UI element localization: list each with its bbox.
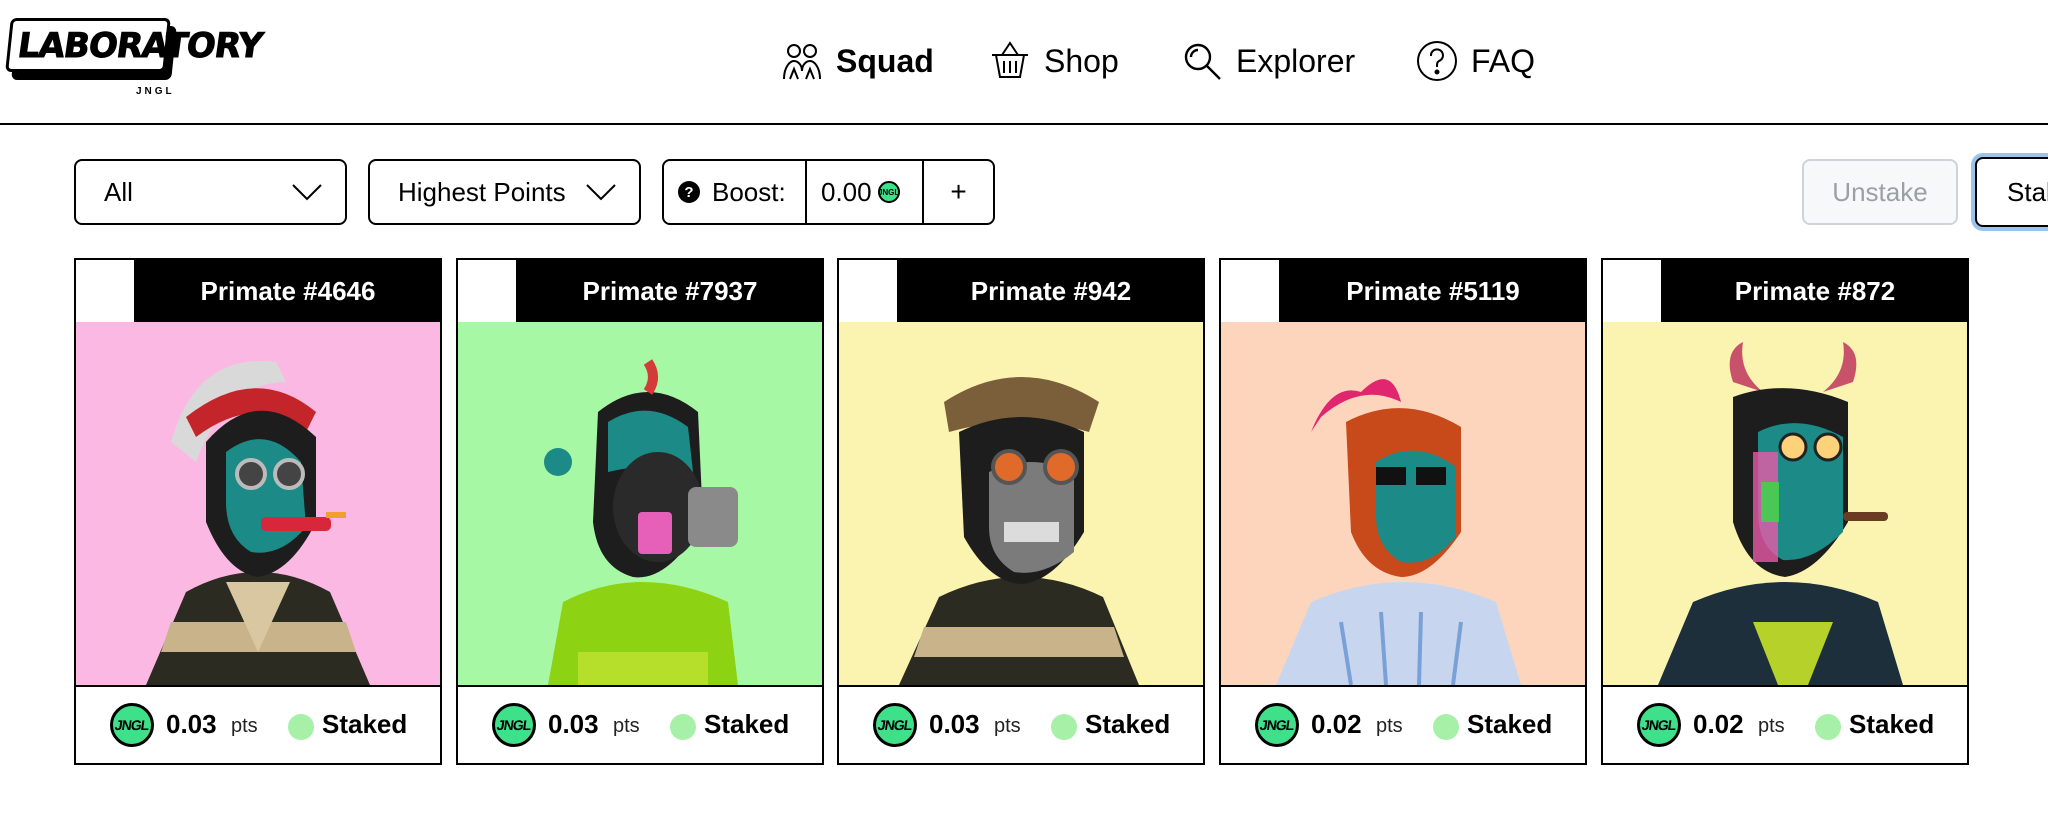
unstake-button[interactable]: Unstake: [1802, 159, 1958, 225]
card-header: Primate #5119: [1221, 260, 1585, 322]
nft-card[interactable]: Primate #872 JNGL 0.02 pts Staked: [1601, 258, 1969, 765]
boost-value: 0.00: [821, 176, 872, 207]
points-value: 0.03: [166, 709, 217, 739]
points-unit: pts: [231, 715, 258, 737]
chevron-down-icon: [292, 184, 322, 201]
nav-shop-label: Shop: [1044, 42, 1119, 79]
select-checkbox[interactable]: [76, 260, 136, 322]
nav-squad[interactable]: Squad: [780, 36, 934, 86]
primate-illustration: [839, 322, 1203, 685]
card-title: Primate #872: [1734, 275, 1896, 306]
chevron-down-icon: [586, 184, 616, 201]
logo-word: LABORATORY: [15, 26, 265, 67]
status-label: Staked: [704, 709, 790, 739]
card-footer: JNGL 0.03 pts Staked: [76, 685, 440, 763]
primate-image: [1221, 322, 1585, 685]
points-unit: pts: [613, 715, 640, 737]
staked-status-dot: [1815, 714, 1841, 740]
status-label: Staked: [1849, 709, 1935, 739]
boost-label: Boost:: [712, 176, 786, 207]
primate-image: [458, 322, 822, 685]
primate-illustration: [1603, 322, 1967, 685]
card-footer: JNGL 0.03 pts Staked: [839, 685, 1203, 763]
card-footer: JNGL 0.03 pts Staked: [458, 685, 822, 763]
people-icon: [783, 44, 821, 80]
filter-value: All: [104, 176, 133, 207]
nav-explorer-label: Explorer: [1236, 42, 1356, 79]
primate-image: [76, 322, 440, 685]
sort-value: Highest Points: [398, 176, 566, 207]
status-label: Staked: [1085, 709, 1171, 739]
jngl-coin-icon: JNGL: [492, 703, 536, 747]
nav-explorer[interactable]: Explorer: [1180, 36, 1355, 86]
sort-dropdown[interactable]: Highest Points: [368, 159, 641, 225]
staked-status-dot: [670, 714, 696, 740]
card-header: Primate #872: [1603, 260, 1967, 322]
boost-control: ? Boost: 0.00 JNGL +: [662, 159, 995, 225]
card-title: Primate #942: [970, 275, 1132, 306]
top-header: LABORATORY JNGL Squad Shop Explorer FAQ: [0, 0, 2048, 125]
select-checkbox[interactable]: [458, 260, 518, 322]
primate-image: [839, 322, 1203, 685]
jngl-coin-icon: JNGL: [1637, 703, 1681, 747]
card-title: Primate #7937: [582, 275, 758, 306]
search-icon: [1184, 43, 1221, 80]
boost-label-segment: ? Boost:: [664, 161, 807, 223]
boost-add-button[interactable]: +: [924, 161, 993, 223]
points-unit: pts: [994, 715, 1021, 737]
help-icon[interactable]: ?: [678, 181, 700, 203]
select-checkbox[interactable]: [839, 260, 899, 322]
primate-illustration: [1221, 322, 1585, 685]
staked-status-dot: [1433, 714, 1459, 740]
basket-icon: [992, 41, 1028, 78]
jngl-coin-icon: JNGL: [110, 703, 154, 747]
staked-status-dot: [288, 714, 314, 740]
primate-illustration: [76, 322, 440, 685]
card-title: Primate #5119: [1346, 275, 1520, 306]
jngl-coin-icon: JNGL: [877, 181, 900, 203]
laboratory-logo[interactable]: LABORATORY JNGL: [5, 18, 265, 100]
primate-image: [1603, 322, 1967, 685]
nav-faq[interactable]: FAQ: [1415, 36, 1535, 86]
nft-card[interactable]: Primate #942 JNGL 0.03 pts Staked: [837, 258, 1205, 765]
points-value: 0.03: [929, 709, 980, 739]
logo-sub: JNGL: [136, 86, 175, 97]
card-title: Primate #4646: [200, 275, 376, 306]
primate-illustration: [458, 322, 822, 685]
stake-button[interactable]: Stak: [1975, 157, 2048, 227]
nft-card[interactable]: Primate #5119 JNGL 0.02 pts Staked: [1219, 258, 1587, 765]
question-circle-icon: [1417, 41, 1457, 81]
select-checkbox[interactable]: [1603, 260, 1663, 322]
points-value: 0.03: [548, 709, 599, 739]
nav-shop[interactable]: Shop: [988, 36, 1119, 86]
points-unit: pts: [1758, 715, 1785, 737]
nav-faq-label: FAQ: [1471, 42, 1536, 79]
card-header: Primate #4646: [76, 260, 440, 322]
points-value: 0.02: [1693, 709, 1744, 739]
boost-value-segment: 0.00 JNGL: [807, 161, 924, 223]
jngl-coin-icon: JNGL: [1255, 703, 1299, 747]
points-unit: pts: [1376, 715, 1403, 737]
select-checkbox[interactable]: [1221, 260, 1281, 322]
jngl-coin-icon: JNGL: [873, 703, 917, 747]
points-value: 0.02: [1311, 709, 1362, 739]
status-label: Staked: [322, 709, 408, 739]
status-label: Staked: [1467, 709, 1553, 739]
staked-status-dot: [1051, 714, 1077, 740]
nav-squad-label: Squad: [836, 42, 934, 79]
card-footer: JNGL 0.02 pts Staked: [1603, 685, 1967, 763]
nft-card[interactable]: Primate #7937 JNGL 0.03 pts Staked: [456, 258, 824, 765]
nft-card[interactable]: Primate #4646 JNGL 0.03 pts Staked: [74, 258, 442, 765]
card-header: Primate #7937: [458, 260, 822, 322]
card-footer: JNGL 0.02 pts Staked: [1221, 685, 1585, 763]
card-header: Primate #942: [839, 260, 1203, 322]
filter-dropdown[interactable]: All: [74, 159, 347, 225]
